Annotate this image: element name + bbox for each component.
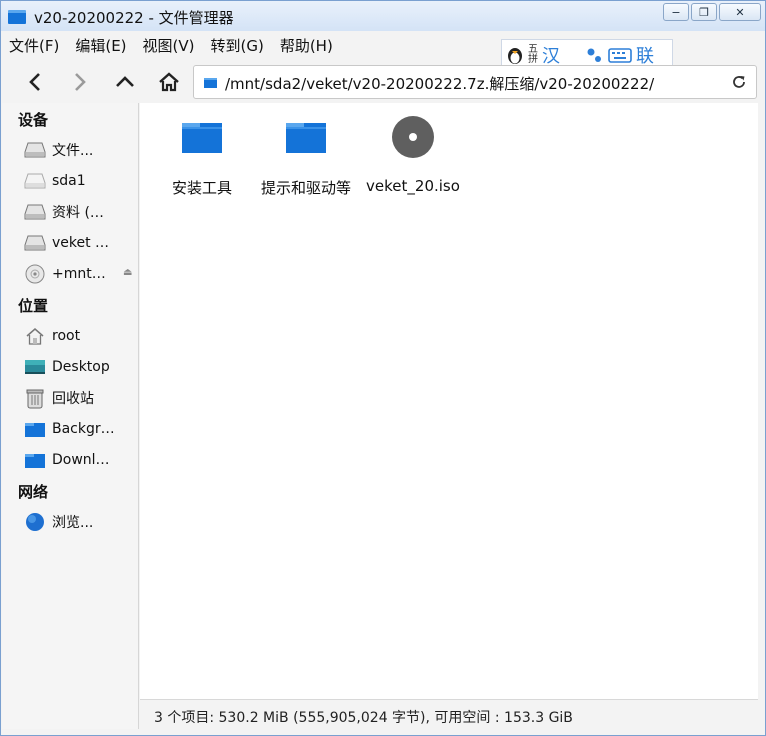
chevron-right-icon: [75, 73, 86, 91]
folder-icon: [24, 449, 46, 471]
drive-icon: [24, 201, 46, 223]
sidebar-section-devices: 设备: [18, 111, 49, 129]
disc-image-icon: [392, 116, 434, 158]
sidebar-item-device-3[interactable]: 资料 (…: [24, 199, 136, 225]
folder-icon: [286, 123, 326, 153]
sidebar-item-trash[interactable]: 回收站: [24, 385, 136, 411]
folder-icon: [204, 78, 217, 88]
eject-icon[interactable]: ⏏: [123, 267, 132, 278]
sidebar-item-backgrounds[interactable]: Backgr…: [24, 416, 136, 442]
home-icon: [24, 325, 46, 347]
trash-icon: [24, 387, 46, 409]
sidebar: 设备 文件... sda1 资料 (… veket … +mnt… ⏏ 位置 r…: [2, 103, 139, 729]
menu-help[interactable]: 帮助(H): [280, 35, 333, 57]
file-item-folder-1[interactable]: 安装工具: [144, 113, 260, 203]
desktop-icon: [24, 356, 46, 378]
window-title: v20-20200222 - 文件管理器: [34, 9, 234, 27]
location-path[interactable]: /mnt/sda2/veket/v20-20200222.7z.解压缩/v20-…: [225, 73, 654, 94]
menu-file[interactable]: 文件(F): [9, 35, 59, 57]
chevron-left-icon: [29, 73, 40, 91]
maximize-button[interactable]: ❐: [691, 3, 717, 21]
sidebar-item-device-2[interactable]: sda1: [24, 168, 136, 194]
drive-icon: [24, 232, 46, 254]
drive-icon: [24, 139, 46, 161]
drive-icon: [24, 170, 46, 192]
file-item-iso[interactable]: veket_20.iso: [355, 113, 471, 203]
location-bar[interactable]: /mnt/sda2/veket/v20-20200222.7z.解压缩/v20-…: [193, 65, 757, 99]
up-button[interactable]: [110, 67, 140, 97]
scrollbar[interactable]: [758, 103, 765, 729]
folder-icon: [8, 10, 26, 24]
sidebar-item-device-5[interactable]: +mnt…: [24, 261, 136, 287]
folder-icon: [24, 418, 46, 440]
sidebar-section-network: 网络: [18, 483, 49, 501]
status-bar: 3 个项目: 530.2 MiB (555,905,024 字节), 可用空间 …: [140, 699, 758, 729]
window-controls: − ❐ ✕: [663, 3, 761, 21]
back-button[interactable]: [21, 67, 51, 97]
home-icon: [159, 72, 179, 92]
close-button[interactable]: ✕: [719, 3, 761, 21]
sidebar-item-desktop[interactable]: Desktop: [24, 354, 136, 380]
home-button[interactable]: [154, 67, 184, 97]
file-manager-window: v20-20200222 - 文件管理器 − ❐ ✕ 文件(F) 编辑(E) 视…: [0, 0, 766, 736]
menu-go[interactable]: 转到(G): [211, 35, 264, 57]
sidebar-item-device-4[interactable]: veket …: [24, 230, 136, 256]
title-bar[interactable]: v20-20200222 - 文件管理器 − ❐ ✕: [1, 1, 765, 31]
forward-button[interactable]: [64, 67, 94, 97]
file-item-folder-2[interactable]: 提示和驱动等: [248, 113, 364, 203]
chevron-up-icon: [116, 76, 134, 87]
folder-icon: [182, 123, 222, 153]
menu-bar: 文件(F) 编辑(E) 视图(V) 转到(G) 帮助(H): [9, 35, 333, 57]
sidebar-item-device-1[interactable]: 文件...: [24, 137, 136, 163]
reload-icon[interactable]: [730, 73, 748, 91]
sidebar-item-browse-network[interactable]: 浏览...: [24, 509, 136, 535]
menu-edit[interactable]: 编辑(E): [75, 35, 126, 57]
sidebar-item-downloads[interactable]: Downl…: [24, 447, 136, 473]
status-text: 3 个项目: 530.2 MiB (555,905,024 字节), 可用空间 …: [154, 710, 573, 726]
optical-disc-icon: [24, 263, 46, 285]
sidebar-section-places: 位置: [18, 297, 49, 315]
file-view[interactable]: 安装工具 提示和驱动等 veket_20.iso: [140, 103, 758, 699]
menu-view[interactable]: 视图(V): [143, 35, 195, 57]
minimize-button[interactable]: −: [663, 3, 689, 21]
globe-icon: [24, 511, 46, 533]
sidebar-item-root[interactable]: root: [24, 323, 136, 349]
